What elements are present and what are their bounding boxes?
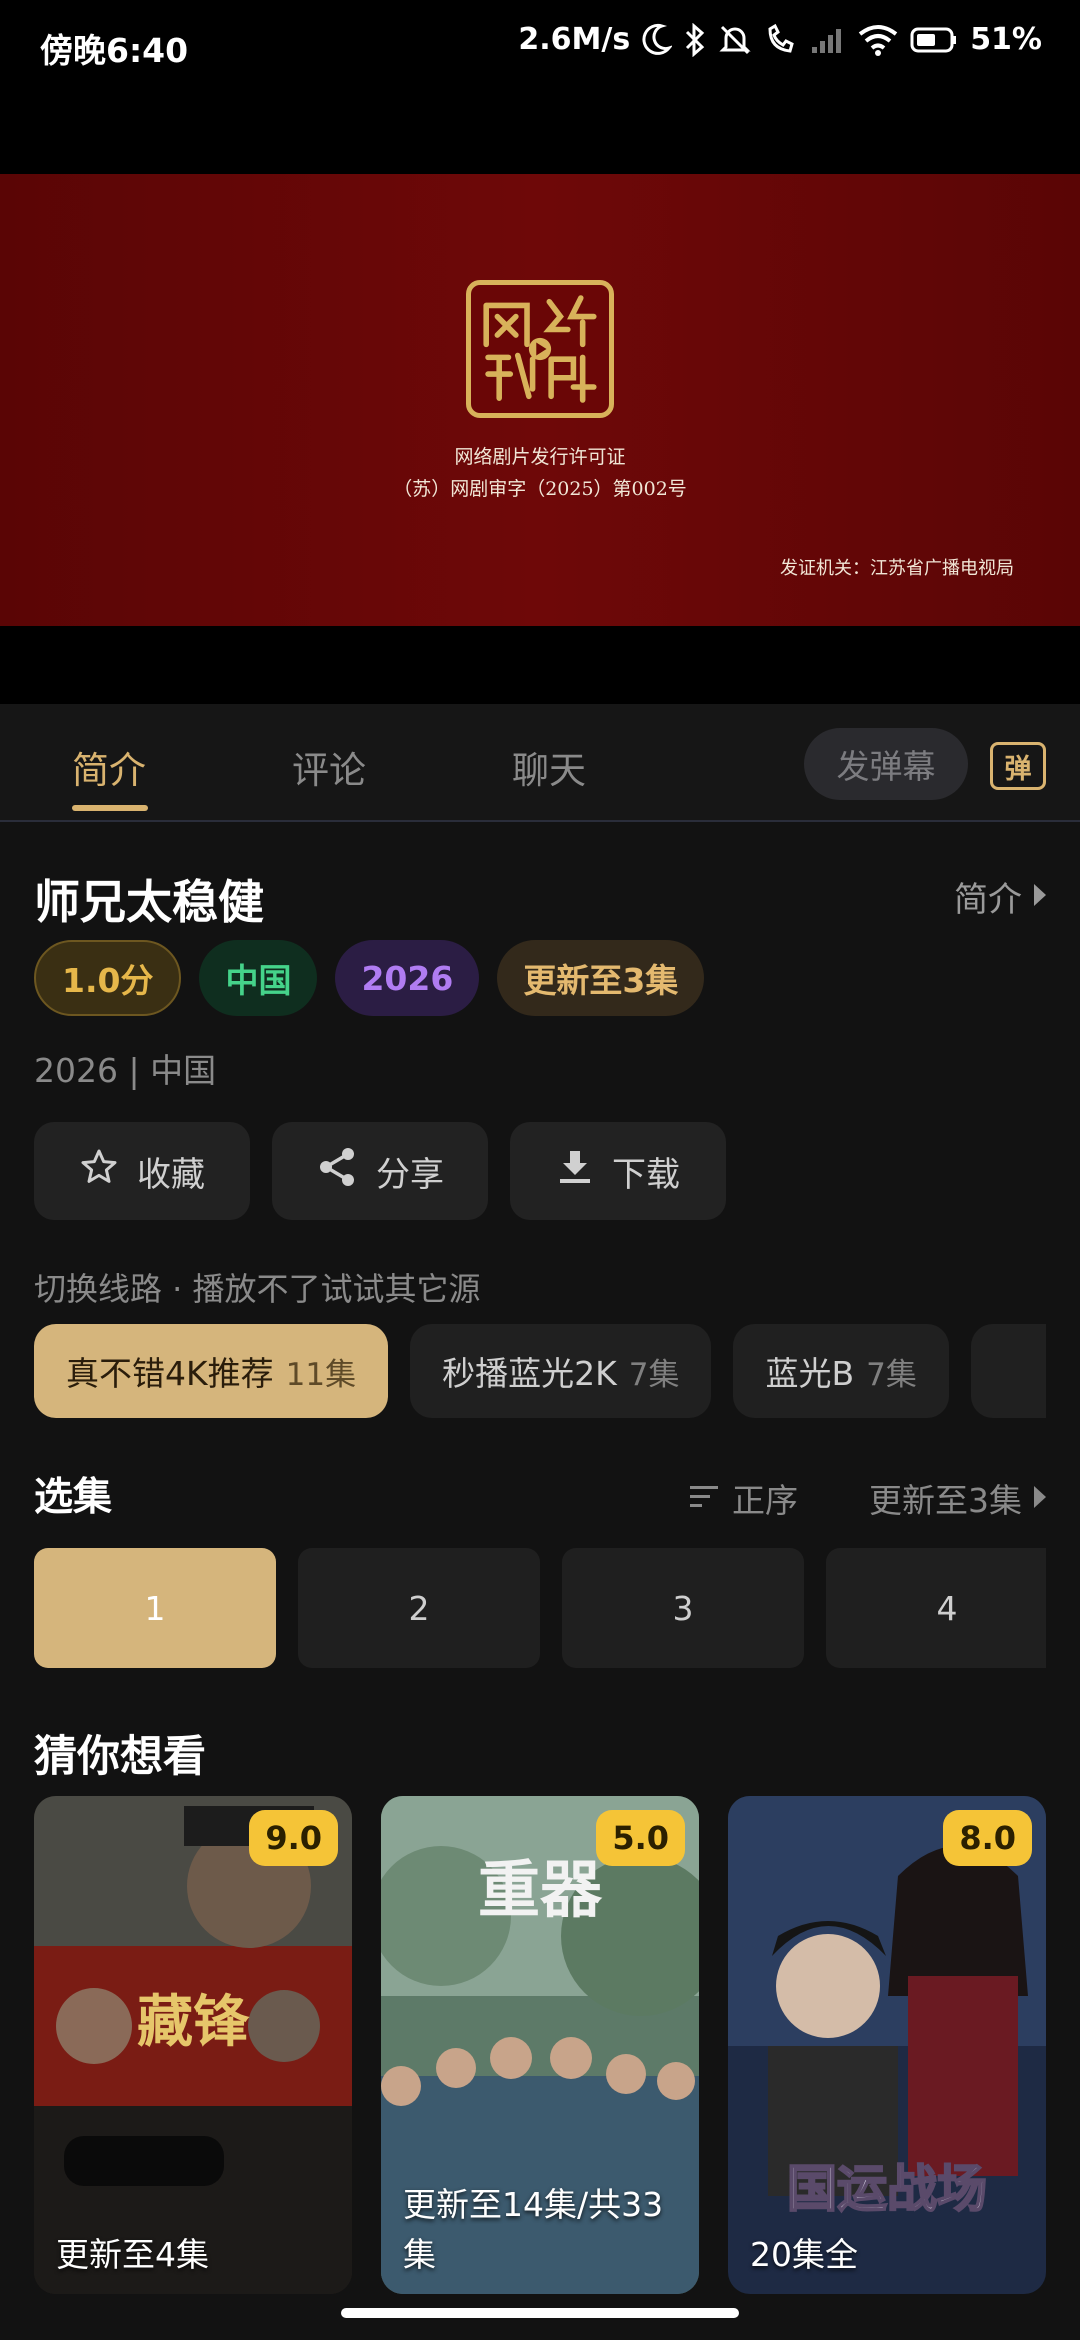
signal-icon xyxy=(810,25,846,55)
network-speed: 2.6M/s xyxy=(518,22,631,57)
card-caption: 20集全 xyxy=(750,2235,858,2274)
call-icon xyxy=(764,23,798,57)
recommendation-card[interactable]: 藏锋 9.0 更新至4集 xyxy=(34,1796,352,2294)
score-badge: 8.0 xyxy=(943,1810,1032,1866)
status-bar: 傍晚6:40 2.6M/s 51% xyxy=(0,0,1080,92)
star-icon xyxy=(79,1147,119,1196)
tab-intro[interactable]: 简介 xyxy=(72,740,146,794)
episodes-heading: 选集 xyxy=(34,1475,113,1520)
status-icons: 2.6M/s 51% xyxy=(518,22,1042,57)
sort-order-button[interactable]: 正序 xyxy=(690,1474,798,1522)
network-av-seal-logo xyxy=(466,280,614,418)
bell-off-icon xyxy=(718,23,752,57)
score-tag: 1.0分 xyxy=(34,940,182,1016)
route-name: 秒播蓝光2K xyxy=(442,1354,617,1393)
play-arrow-icon xyxy=(1032,1479,1048,1518)
download-label: 下载 xyxy=(612,1154,680,1195)
year-tag: 2026 xyxy=(335,940,480,1016)
battery-percent: 51% xyxy=(970,22,1042,57)
episode-list: 1 2 3 4 xyxy=(34,1548,1046,1668)
route-episode-count: 7集 xyxy=(866,1356,917,1393)
show-tags: 1.0分 中国 2026 更新至3集 xyxy=(34,940,705,1016)
episode-button[interactable]: 2 xyxy=(298,1548,540,1668)
route-episode-count: 7集 xyxy=(628,1356,680,1393)
share-button[interactable]: 分享 xyxy=(272,1122,488,1220)
score-badge: 9.0 xyxy=(249,1810,338,1866)
show-meta: 2026 | 中国 xyxy=(34,1051,217,1090)
poster-title: 重器 xyxy=(478,1853,603,1926)
route-option[interactable]: 蓝光B 7集 xyxy=(733,1324,949,1418)
download-icon xyxy=(556,1147,594,1196)
status-time: 傍晚6:40 xyxy=(40,31,189,70)
episodes-update-label: 更新至3集 xyxy=(869,1481,1022,1520)
favorite-label: 收藏 xyxy=(137,1154,205,1195)
home-indicator[interactable] xyxy=(341,2308,739,2318)
recommendation-card[interactable]: 国运战场 8.0 20集全 xyxy=(728,1796,1046,2294)
update-tag: 更新至3集 xyxy=(497,940,705,1016)
bluetooth-icon xyxy=(684,22,706,57)
recommendation-card[interactable]: 重器 5.0 更新至14集/共33集 xyxy=(381,1796,699,2294)
action-row: 收藏 分享 下载 xyxy=(34,1122,726,1220)
video-frame: 网络剧片发行许可证 （苏）网剧审字（2025）第002号 发证机关：江苏省广播电… xyxy=(0,174,1080,626)
episode-button[interactable]: 3 xyxy=(562,1548,804,1668)
route-option[interactable]: 真不错4K推荐 11集 xyxy=(34,1324,389,1418)
poster-image: 藏锋 xyxy=(34,1796,352,2294)
route-episode-count: 11集 xyxy=(285,1356,357,1393)
license-issuer: 发证机关：江苏省广播电视局 xyxy=(780,558,1014,579)
poster-title: 藏锋 xyxy=(137,1989,250,2055)
tab-comments[interactable]: 评论 xyxy=(292,740,366,794)
route-option[interactable] xyxy=(970,1324,1046,1418)
card-caption: 更新至14集/共33集 xyxy=(403,2185,664,2274)
license-number: （苏）网剧审字（2025）第002号 xyxy=(393,478,687,500)
tab-active-indicator xyxy=(72,805,148,811)
route-option[interactable]: 秒播蓝光2K 7集 xyxy=(410,1324,712,1418)
gesture-bar-area xyxy=(0,2296,1080,2340)
wifi-icon xyxy=(858,24,898,56)
route-hint: 切换线路 · 播放不了试试其它源 xyxy=(34,1270,481,1308)
download-button[interactable]: 下载 xyxy=(510,1122,726,1220)
card-caption: 更新至4集 xyxy=(56,2235,209,2274)
share-label: 分享 xyxy=(376,1154,444,1195)
tab-chat[interactable]: 聊天 xyxy=(512,740,586,794)
region-tag: 中国 xyxy=(199,940,318,1016)
episode-button[interactable]: 1 xyxy=(34,1548,276,1668)
share-icon xyxy=(316,1146,358,1197)
show-title: 师兄太稳健 xyxy=(34,875,264,929)
route-name: 蓝光B xyxy=(765,1354,855,1393)
moon-icon xyxy=(642,23,673,57)
play-arrow-icon xyxy=(1032,877,1048,917)
route-name: 真不错4K推荐 xyxy=(66,1354,274,1393)
battery-icon xyxy=(910,26,958,54)
video-player[interactable]: 网络剧片发行许可证 （苏）网剧审字（2025）第002号 发证机关：江苏省广播电… xyxy=(0,92,1080,704)
score-badge: 5.0 xyxy=(596,1810,685,1866)
poster-image: 国运战场 xyxy=(728,1796,1046,2294)
danmaku-toggle-button[interactable]: 弹 xyxy=(990,742,1046,790)
intro-link[interactable]: 简介 xyxy=(954,872,1048,921)
route-list: 真不错4K推荐 11集 秒播蓝光2K 7集 蓝光B 7集 xyxy=(34,1324,1046,1418)
episodes-update-link[interactable]: 更新至3集 xyxy=(869,1474,1048,1522)
danmaku-input[interactable]: 发弹幕 xyxy=(804,728,968,800)
favorite-button[interactable]: 收藏 xyxy=(34,1122,250,1220)
sort-icon xyxy=(690,1479,720,1518)
license-title: 网络剧片发行许可证 xyxy=(454,446,626,468)
intro-link-label: 简介 xyxy=(954,880,1022,920)
sort-label: 正序 xyxy=(732,1481,798,1520)
recommendations-heading: 猜你想看 xyxy=(34,1732,206,1782)
poster-title: 国运战场 xyxy=(787,2159,987,2218)
episode-button[interactable]: 4 xyxy=(826,1548,1046,1668)
detail-tab-bar: 简介 评论 聊天 发弹幕 弹 xyxy=(0,704,1080,822)
